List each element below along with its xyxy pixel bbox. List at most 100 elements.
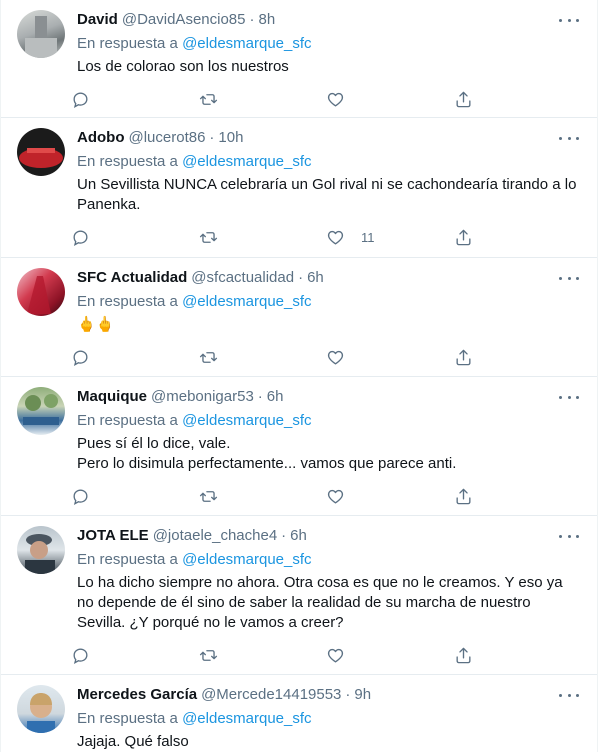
avatar[interactable] <box>17 526 65 574</box>
user-handle[interactable]: @mebonigar53 <box>151 387 254 407</box>
tweet[interactable]: JOTA ELE @jotaele_chache4 · 6h En respue… <box>1 516 597 675</box>
display-name[interactable]: JOTA ELE <box>77 526 149 546</box>
timestamp[interactable]: 6h <box>267 387 284 407</box>
reply-icon <box>73 91 88 108</box>
tweet-text: Un Sevillista NUNCA celebraría un Gol ri… <box>77 176 577 213</box>
tweet[interactable]: Adobo @lucerot86 · 10h En respuesta a @e… <box>1 118 597 258</box>
tweet-actions <box>71 641 581 677</box>
more-options-button[interactable] <box>559 528 579 544</box>
retweet-button[interactable] <box>199 348 327 367</box>
user-handle[interactable]: @Mercede14419553 <box>201 685 341 705</box>
share-button[interactable] <box>454 646 582 665</box>
share-button[interactable] <box>454 228 582 247</box>
tweet[interactable]: Mercedes García @Mercede14419553 · 9h En… <box>1 675 597 752</box>
share-button[interactable] <box>454 487 582 506</box>
reply-mention-link[interactable]: @eldesmarque_sfc <box>182 551 311 568</box>
tweet-header: David @DavidAsencio85 · 8h <box>77 10 581 30</box>
reply-context: En respuesta a @eldesmarque_sfc <box>77 411 581 431</box>
retweet-icon <box>199 351 217 363</box>
separator-dot: · <box>209 129 215 146</box>
timestamp[interactable]: 9h <box>354 685 371 705</box>
like-count: 11 <box>361 229 375 245</box>
avatar-image <box>27 693 55 733</box>
like-icon <box>327 489 344 504</box>
more-options-button[interactable] <box>559 270 579 286</box>
avatar-image <box>25 534 55 574</box>
avatar[interactable] <box>17 387 65 435</box>
more-icon-dot <box>567 136 571 140</box>
separator-dot: · <box>298 269 304 286</box>
tweet-text: 🖕🖕 <box>77 316 115 333</box>
timestamp[interactable]: 6h <box>307 268 324 288</box>
like-button[interactable] <box>326 646 454 665</box>
separator-dot: · <box>281 527 287 544</box>
tweet-actions <box>71 85 581 121</box>
like-icon <box>327 92 344 107</box>
avatar[interactable] <box>17 685 65 733</box>
reply-mention-link[interactable]: @eldesmarque_sfc <box>182 412 311 429</box>
avatar[interactable] <box>17 10 65 58</box>
more-icon-dot <box>567 693 571 697</box>
timestamp[interactable]: 10h <box>218 128 243 148</box>
avatar[interactable] <box>17 128 65 176</box>
more-options-button[interactable] <box>559 130 579 146</box>
like-button[interactable] <box>326 487 454 506</box>
reply-button[interactable] <box>71 487 199 506</box>
more-icon-dot <box>567 18 571 22</box>
timestamp[interactable]: 8h <box>259 10 276 30</box>
reply-button[interactable] <box>71 646 199 665</box>
avatar[interactable] <box>17 268 65 316</box>
share-button[interactable] <box>454 90 582 109</box>
tweet-header: Adobo @lucerot86 · 10h <box>77 128 581 148</box>
reply-mention-link[interactable]: @eldesmarque_sfc <box>182 710 311 727</box>
share-icon <box>455 349 471 365</box>
retweet-button[interactable] <box>199 90 327 109</box>
reply-button[interactable] <box>71 228 199 247</box>
more-options-button[interactable] <box>559 687 579 703</box>
more-icon-dot <box>559 395 562 399</box>
reply-mention-link[interactable]: @eldesmarque_sfc <box>182 35 311 52</box>
tweet[interactable]: SFC Actualidad @sfcactualidad · 6h En re… <box>1 258 597 377</box>
like-button[interactable] <box>326 348 454 367</box>
retweet-button[interactable] <box>199 228 327 247</box>
more-icon-dot <box>567 276 571 280</box>
separator-dot: · <box>257 388 263 405</box>
tweet-actions <box>71 343 581 379</box>
reply-context: En respuesta a @eldesmarque_sfc <box>77 152 581 172</box>
reply-mention-link[interactable]: @eldesmarque_sfc <box>182 293 311 310</box>
timestamp[interactable]: 6h <box>290 526 307 546</box>
reply-context: En respuesta a @eldesmarque_sfc <box>77 34 581 54</box>
reply-mention-link[interactable]: @eldesmarque_sfc <box>182 153 311 170</box>
tweet-actions: 11 <box>71 223 581 259</box>
tweet[interactable]: Maquique @mebonigar53 · 6h En respuesta … <box>1 377 597 516</box>
reply-button[interactable] <box>71 348 199 367</box>
share-icon <box>455 488 471 504</box>
retweet-icon <box>199 490 217 502</box>
share-button[interactable] <box>454 348 582 367</box>
reply-button[interactable] <box>71 90 199 109</box>
retweet-icon <box>199 93 217 105</box>
separator-dot: · <box>249 11 255 28</box>
more-options-button[interactable] <box>559 12 579 28</box>
reply-icon <box>73 229 88 246</box>
retweet-button[interactable] <box>199 487 327 506</box>
user-handle[interactable]: @jotaele_chache4 <box>153 526 277 546</box>
user-handle[interactable]: @DavidAsencio85 <box>122 10 246 30</box>
tweet[interactable]: David @DavidAsencio85 · 8h En respuesta … <box>1 0 597 118</box>
display-name[interactable]: Adobo <box>77 128 124 148</box>
display-name[interactable]: SFC Actualidad <box>77 268 187 288</box>
more-icon-dot <box>559 136 562 140</box>
display-name[interactable]: Maquique <box>77 387 147 407</box>
avatar-image <box>27 276 51 314</box>
user-handle[interactable]: @lucerot86 <box>128 128 205 148</box>
retweet-button[interactable] <box>199 646 327 665</box>
tweet-text: Lo ha dicho siempre no ahora. Otra cosa … <box>77 574 563 631</box>
more-options-button[interactable] <box>559 389 579 405</box>
more-icon-dot <box>576 395 579 399</box>
reply-prefix: En respuesta a <box>77 293 178 310</box>
like-button[interactable]: 11 <box>326 228 454 247</box>
display-name[interactable]: Mercedes García <box>77 685 197 705</box>
display-name[interactable]: David <box>77 10 118 30</box>
user-handle[interactable]: @sfcactualidad <box>191 268 294 288</box>
like-button[interactable] <box>326 90 454 109</box>
